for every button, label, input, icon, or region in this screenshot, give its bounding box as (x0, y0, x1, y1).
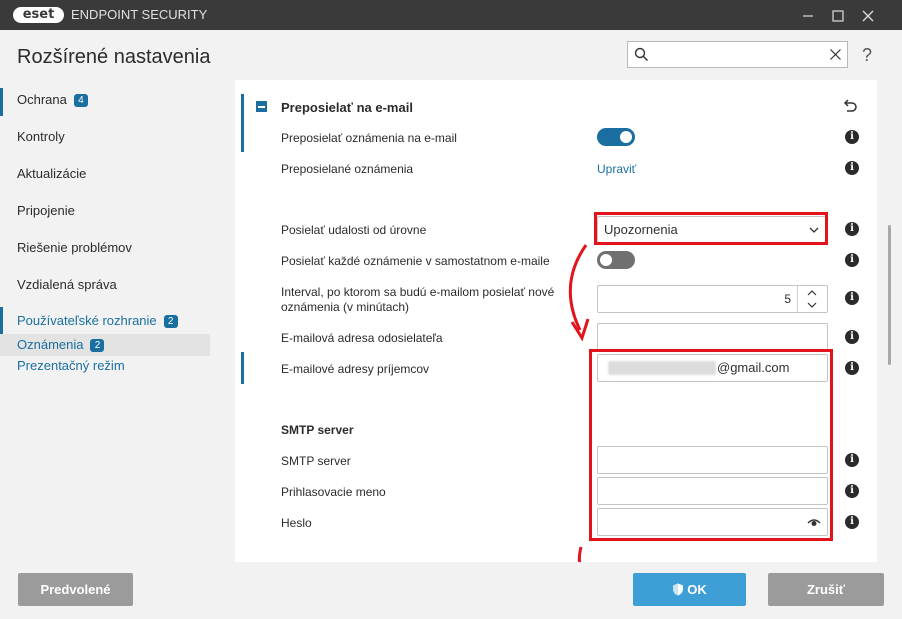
annotation-arrows (568, 244, 623, 601)
ok-label: OK (687, 582, 707, 597)
cancel-button[interactable]: Zrušiť (768, 573, 884, 606)
arrow-down-icon (568, 244, 588, 331)
default-button[interactable]: Predvolené (18, 573, 133, 606)
shield-icon (673, 583, 684, 596)
footer: Predvolené OK Zrušiť (0, 562, 902, 619)
ok-button[interactable]: OK (633, 573, 746, 606)
